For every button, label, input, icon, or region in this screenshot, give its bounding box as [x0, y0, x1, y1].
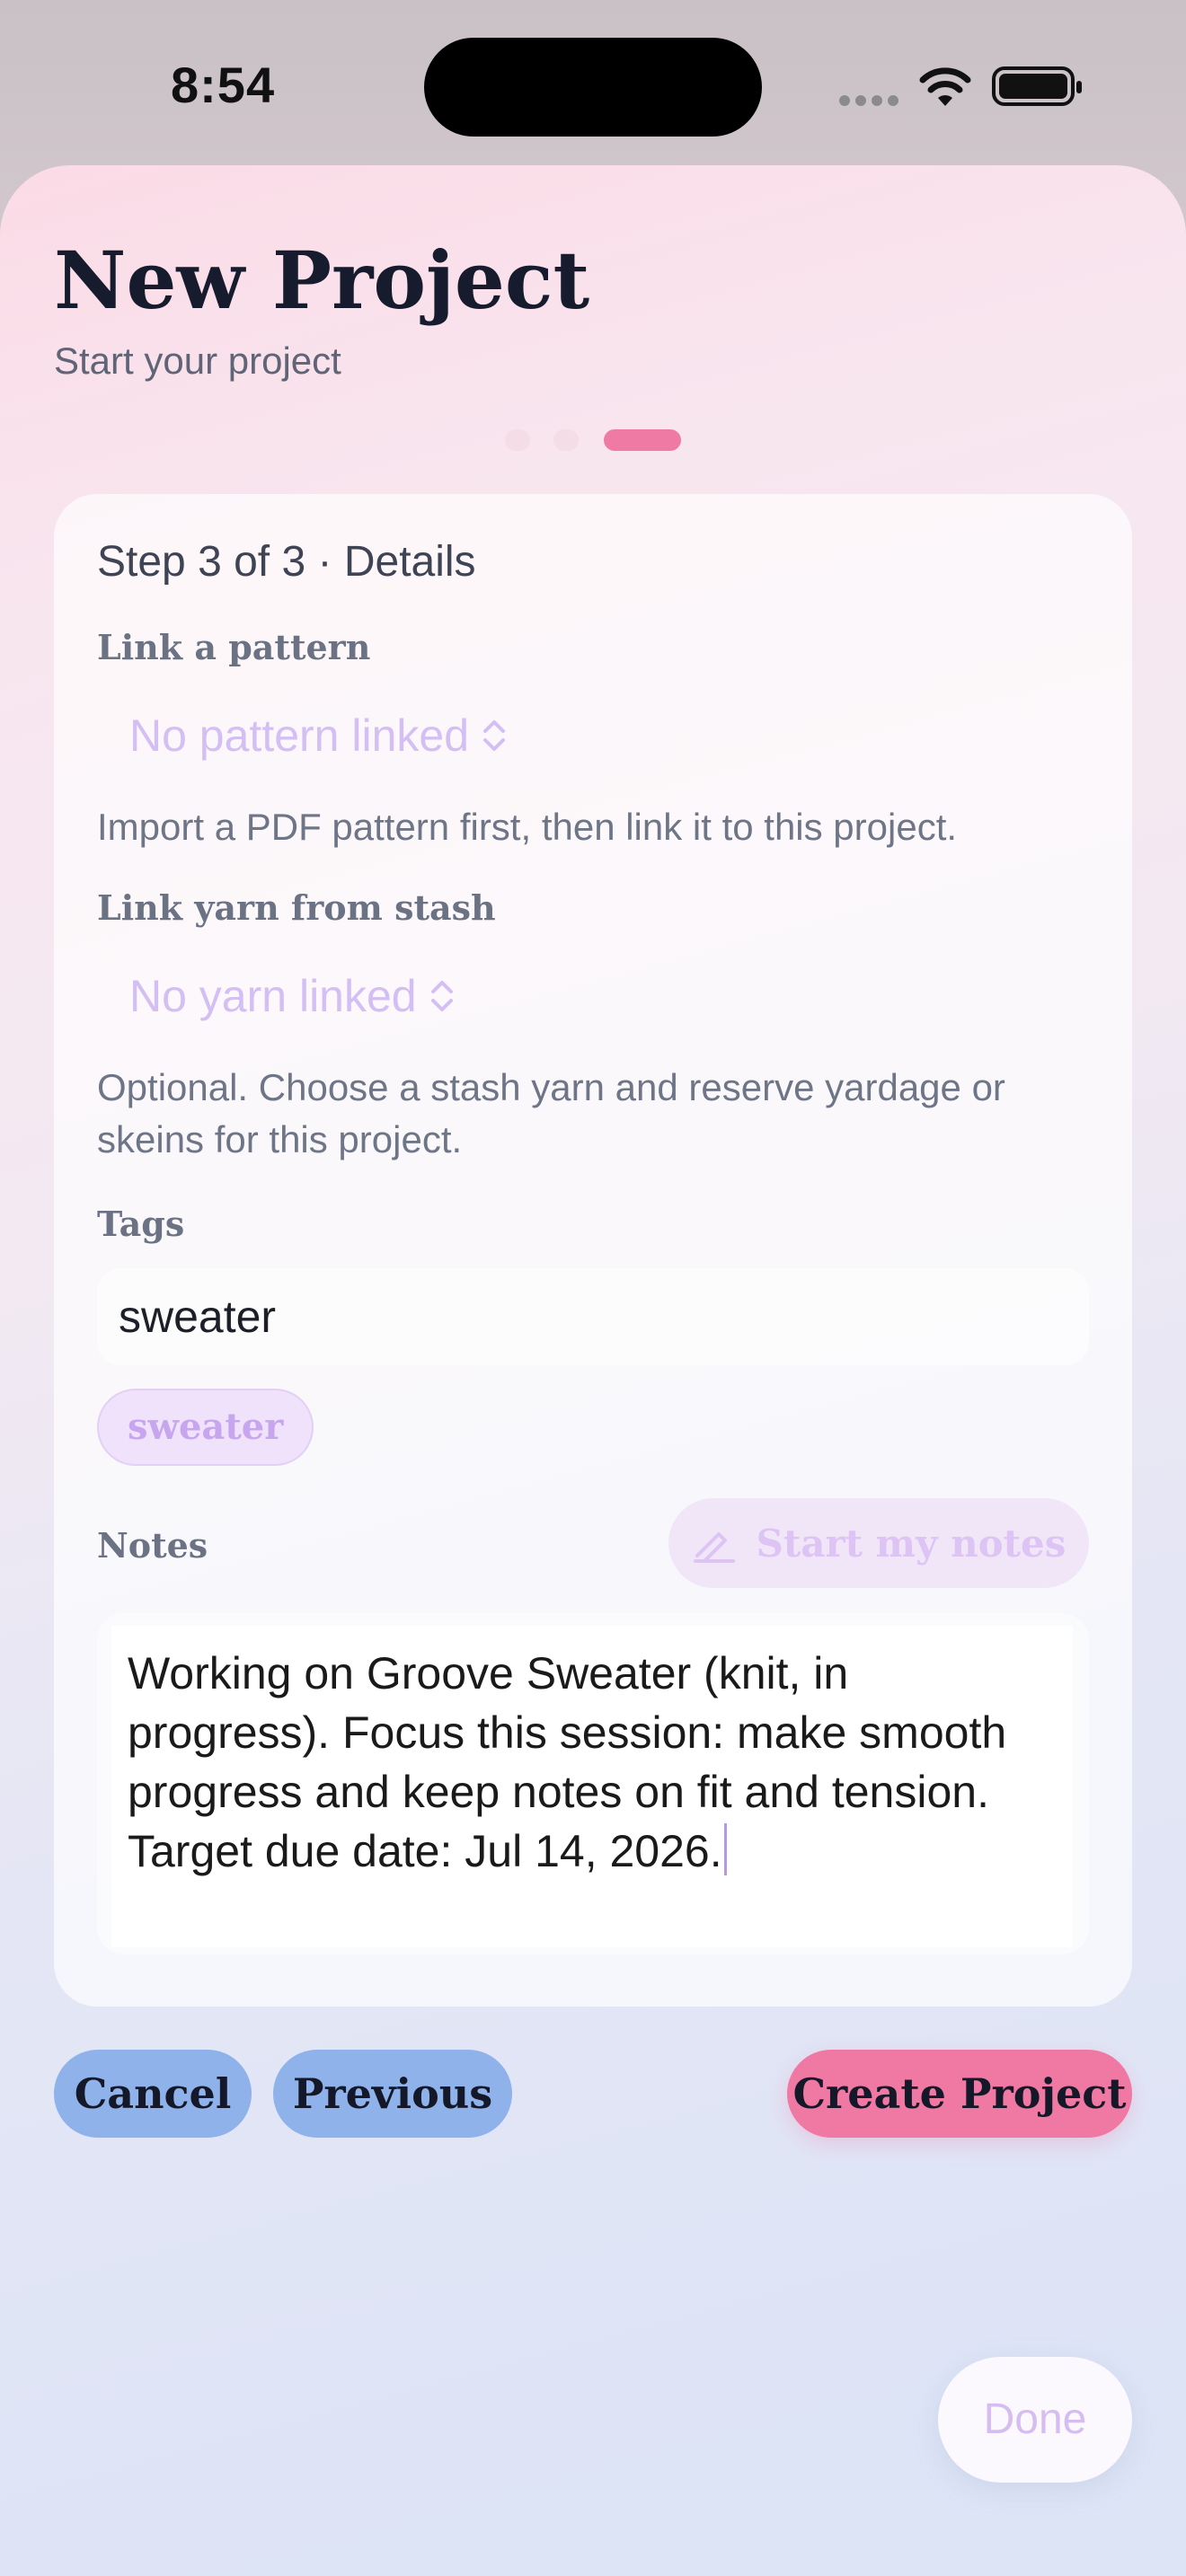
page-title: New Project	[54, 234, 590, 327]
previous-button[interactable]: Previous	[273, 2050, 512, 2138]
pattern-helper-text: Import a PDF pattern first, then link it…	[97, 806, 958, 848]
battery-icon	[992, 66, 1082, 106]
start-notes-button[interactable]: Start my notes	[668, 1498, 1089, 1588]
yarn-helper-line: skeins for this project.	[97, 1118, 463, 1160]
dynamic-island	[424, 38, 762, 137]
yarn-helper-text: Optional. Choose a stash yarn and reserv…	[97, 1062, 1103, 1166]
notes-textarea[interactable]: Working on Groove Sweater (knit, in prog…	[111, 1626, 1073, 1947]
notes-line: Working on Groove Sweater (knit, in	[128, 1648, 849, 1698]
keyboard-done-button[interactable]: Done	[938, 2357, 1132, 2483]
pattern-label: Link a pattern	[97, 627, 371, 667]
status-time: 8:54	[171, 57, 276, 113]
create-project-button[interactable]: Create Project	[787, 2050, 1132, 2138]
notes-line: progress and keep notes on fit and tensi…	[128, 1767, 989, 1817]
notes-label: Notes	[97, 1525, 208, 1566]
yarn-label: Link yarn from stash	[97, 887, 496, 928]
tags-input[interactable]: sweater	[97, 1268, 1089, 1365]
tags-label: Tags	[97, 1204, 185, 1244]
wifi-icon	[919, 67, 971, 106]
status-bar: 8:54	[0, 0, 1186, 171]
start-notes-label: Start my notes	[756, 1521, 1067, 1566]
chevron-up-down-icon	[483, 720, 506, 751]
yarn-helper-line: Optional. Choose a stash yarn and reserv…	[97, 1066, 1005, 1108]
yarn-picker-value: No yarn linked	[129, 971, 417, 1021]
pattern-picker-value: No pattern linked	[129, 710, 470, 761]
step-dot-3-active	[604, 429, 681, 451]
step-dot-1	[505, 429, 530, 451]
step-label: Step 3 of 3 · Details	[97, 538, 476, 586]
cellular-signal-icon	[839, 94, 904, 110]
notes-line-last: Target due date: Jul 14, 2026.	[128, 1822, 1057, 1881]
cancel-button[interactable]: Cancel	[54, 2050, 252, 2138]
pencil-icon	[693, 1532, 735, 1563]
yarn-picker[interactable]: No yarn linked	[129, 970, 455, 1022]
chevron-up-down-icon	[430, 981, 453, 1011]
pattern-picker[interactable]: No pattern linked	[129, 710, 507, 762]
text-caret	[723, 1823, 727, 1875]
notes-line: Target due date: Jul 14, 2026.	[128, 1826, 722, 1876]
page-subtitle: Start your project	[54, 340, 341, 382]
step-dot-2	[553, 429, 579, 451]
tag-chip[interactable]: sweater	[97, 1389, 314, 1466]
notes-line: progress). Focus this session: make smoo…	[128, 1707, 1007, 1758]
